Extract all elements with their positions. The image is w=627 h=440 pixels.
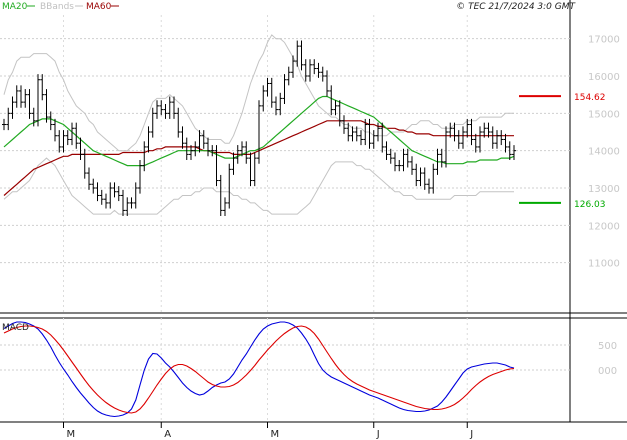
macd-tick-label: 000: [598, 366, 617, 377]
legend-ma60-label: MA60: [86, 2, 112, 12]
legend-ma20-label: MA20: [2, 2, 28, 12]
legend: MA20 BBands MA60: [2, 2, 119, 12]
chart-canvas: 154.62 126.03 17000 16000 15000 14000 13000 12…: [0, 0, 627, 440]
month-tick-label: M: [271, 429, 280, 440]
price-panel: [0, 15, 570, 313]
month-tick-label: M: [67, 429, 76, 440]
month-tick-label: J: [469, 429, 473, 440]
month-tick-label: J: [376, 429, 380, 440]
month-tick-label: A: [164, 429, 171, 440]
price-tick-label: 14000: [588, 147, 620, 158]
copyright-text: © TEC 21/7/2024 3:0 GMT: [456, 2, 576, 12]
price-tick-label: 15000: [588, 109, 620, 120]
stock-chart: 154.62 126.03 17000 16000 15000 14000 13000 12…: [0, 0, 627, 440]
price-tick-label: 11000: [588, 259, 620, 270]
price-tick-label: 13000: [588, 184, 620, 195]
support-label: 126.03: [574, 200, 606, 210]
legend-bbands-label: BBands: [40, 2, 74, 12]
price-tick-label: 17000: [588, 35, 620, 46]
resistance-label: 154.62: [574, 93, 606, 103]
macd-title: MACD: [2, 323, 29, 333]
price-tick-label: 16000: [588, 72, 620, 83]
price-tick-label: 12000: [588, 221, 620, 232]
month-axis-ticks: MAMJJ: [63, 422, 473, 440]
macd-tick-label: 500: [598, 341, 617, 352]
